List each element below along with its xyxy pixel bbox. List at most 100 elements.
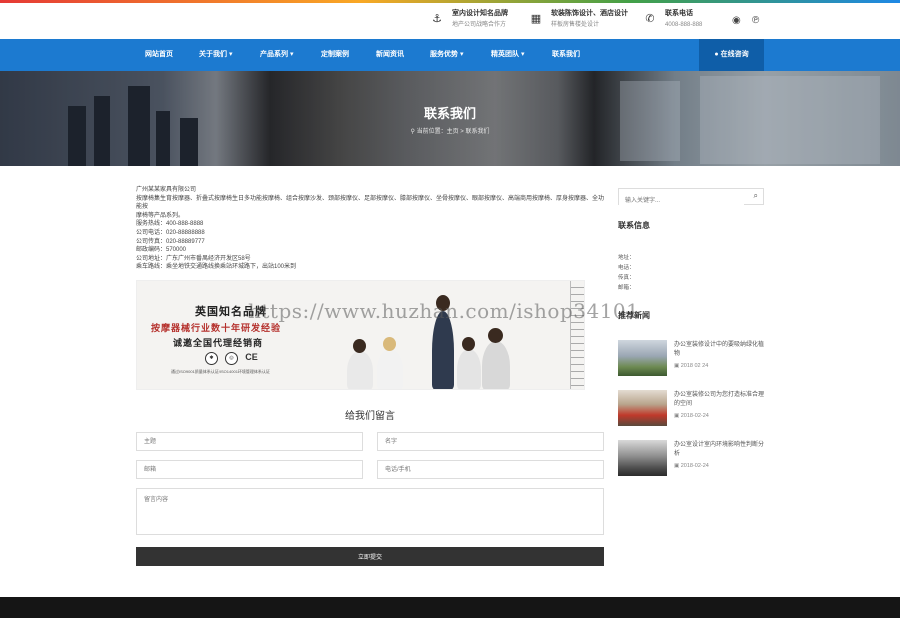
sidebar-phone: 电话： [618, 265, 635, 271]
location-pin-icon: ⚲ [410, 129, 415, 135]
nav-item-services[interactable]: 服务优势 ▾ [430, 39, 463, 71]
topbar-phone-title: 联系电话 [665, 10, 693, 17]
audience-figure [377, 349, 403, 389]
contact-info-heading: 联系信息 [618, 221, 650, 230]
calendar-icon: ▣ [674, 363, 680, 369]
page-banner: 联系我们 ⚲ 当前位置：主页 > 联系我们 [0, 71, 900, 166]
topbar-service-sub: 样板房售楼处设计 [551, 22, 600, 28]
name-input[interactable] [377, 432, 604, 451]
online-consult-button[interactable]: ● 在线咨询 [699, 39, 764, 71]
nav-item-products[interactable]: 产品系列 ▾ [260, 39, 293, 71]
news-item[interactable]: 办公室设计室内环境影响性判断分析 ▣ 2018-02-24 [618, 440, 764, 476]
audience-figure [457, 349, 481, 389]
audience-figure [347, 351, 373, 389]
news-item[interactable]: 办公室装修公司为您打造标准合理的空间 ▣ 2018-02-24 [618, 390, 764, 426]
company-description: 按摩椅集生育按摩器、折叠式按摩椅生日多功能按摩椅、组合按摩沙发、颈部按摩仪、足部… [136, 195, 605, 211]
company-fax: 公司传真：020-88889777 [136, 238, 205, 245]
breadcrumb-current: 联系我们 [465, 129, 490, 135]
news-thumbnail[interactable] [618, 390, 667, 426]
nav-item-team[interactable]: 精英团队 ▾ [491, 39, 524, 71]
service-hotline: 服务热线：400-888-8888 [136, 221, 204, 228]
ce-mark: CE [245, 352, 258, 362]
submit-button[interactable]: 立即提交 [136, 547, 604, 566]
online-consult-label: 在线咨询 [720, 51, 749, 58]
page-footer [0, 597, 900, 618]
news-thumbnail[interactable] [618, 440, 667, 476]
breadcrumb: ⚲ 当前位置：主页 > 联系我们 [0, 126, 900, 135]
nav-item-cases[interactable]: 定制案例 [321, 39, 349, 71]
audience-head [462, 337, 475, 351]
weibo-icon[interactable]: ◉ [732, 15, 741, 26]
topbar-brand-title: 室内设计知名品牌 [452, 10, 508, 17]
company-description-end: 摩椅等产品系列。 [136, 212, 185, 219]
message-textarea[interactable] [136, 488, 604, 535]
news-item[interactable]: 办公室装修设计中的要吸纳绿化植物 ▣ 2018 02 24 [618, 340, 764, 376]
news-date-text: 2018 02 24 [680, 363, 709, 369]
news-date-text: 2018-02-24 [680, 463, 709, 469]
caret-down-icon: ▾ [289, 51, 294, 58]
page-title: 联系我们 [423, 106, 476, 121]
anchor-icon: ⚓ [432, 13, 442, 25]
sidebar-email: 邮箱： [618, 285, 635, 291]
topbar-service-title: 软装陈饰设计、酒店设计 [551, 10, 628, 17]
caret-down-icon: ▾ [520, 51, 525, 58]
nav-item-products-label: 产品系列 [260, 51, 288, 58]
email-input[interactable] [136, 460, 363, 479]
nav-item-home[interactable]: 网站首页 [145, 39, 173, 71]
news-date: ▣ 2018-02-24 [674, 463, 709, 469]
measuring-scale-graphic [570, 281, 584, 389]
audience-head [488, 328, 503, 343]
ad-cert-text: 通过ISO9001质量体系认证/ISO14001环境管理体系认证 [171, 369, 270, 374]
recommended-news-heading: 推荐新闻 [618, 311, 650, 320]
watermark-text: https://www.huzhan.com/ishop34101 [248, 299, 640, 323]
news-date: ▣ 2018 02 24 [674, 363, 708, 369]
nav-item-about[interactable]: 关于我们 ▾ [199, 39, 232, 71]
breadcrumb-separator: > [460, 129, 464, 135]
company-address: 公司地址：广东广州市番禺经济开发区58号 [136, 255, 251, 262]
quality-emblem-icon: ◎ [225, 352, 238, 365]
company-phone: 公司电话：020-88888888 [136, 229, 205, 236]
caret-down-icon: ▾ [459, 51, 464, 58]
audience-figure [482, 341, 510, 389]
phone-input[interactable] [377, 460, 604, 479]
pinterest-icon[interactable]: ℗ [752, 15, 759, 26]
postal-code: 邮政编码：570000 [136, 247, 187, 254]
calendar-icon: ▣ [674, 413, 680, 419]
nav-item-about-label: 关于我们 [199, 51, 227, 58]
breadcrumb-prefix: 当前位置： [416, 129, 447, 135]
topbar-phone-number: 4008-888-888 [665, 22, 703, 28]
sidebar-search: ⌕ [618, 188, 764, 209]
contact-info-block: 广州某某家具有限公司 按摩椅集生育按摩器、折叠式按摩椅生日多功能按摩椅、组合按摩… [136, 186, 604, 272]
topbar-service-item: ▦ 软装陈饰设计、酒店设计 样板房售楼处设计 [529, 8, 628, 31]
topbar-phone-item: ✆ 联系电话 4008-888-888 [643, 8, 702, 31]
search-icon[interactable]: ⌕ [754, 191, 758, 201]
news-title[interactable]: 办公室装修设计中的要吸纳绿化植物 [674, 341, 764, 359]
company-name: 广州某某家具有限公司 [136, 187, 197, 193]
sidebar-fax: 传真： [618, 275, 635, 281]
advert-banner-image: 英国知名品牌 按摩器械行业数十年研发经验 诚邀全国代理经销商 ✱ ◎ CE 通过… [136, 280, 585, 390]
calendar-icon: ▣ [674, 463, 680, 469]
sidebar-address: 地址： [618, 255, 635, 261]
certification-emblem-icon: ✱ [205, 352, 218, 365]
news-thumbnail[interactable] [618, 340, 667, 376]
search-input[interactable] [619, 193, 744, 209]
caret-down-icon: ▾ [228, 51, 233, 58]
audience-head [353, 339, 366, 353]
nav-item-contact[interactable]: 联系我们 [552, 39, 580, 71]
message-form-title: 给我们留言 [345, 411, 395, 422]
topbar-brand-item: ⚓ 室内设计知名品牌 地产公司战略合作方 [430, 8, 508, 31]
chat-icon: ● [714, 51, 719, 58]
transit-route: 乘车路线：乘坐地铁交通路线换乘站环城路下，出站100米到 [136, 264, 297, 271]
audience-head [383, 337, 396, 351]
subject-input[interactable] [136, 432, 363, 451]
main-nav: 网站首页 关于我们 ▾ 产品系列 ▾ 定制案例 新闻资讯 服务优势 ▾ 精英团队… [0, 39, 900, 71]
building-icon: ▦ [530, 13, 542, 25]
news-date: ▣ 2018-02-24 [674, 413, 709, 419]
nav-item-news[interactable]: 新闻资讯 [376, 39, 404, 71]
nav-item-team-label: 精英团队 [491, 51, 519, 58]
news-date-text: 2018-02-24 [680, 413, 709, 419]
nav-item-services-label: 服务优势 [430, 51, 458, 58]
news-title[interactable]: 办公室设计室内环境影响性判断分析 [674, 441, 764, 459]
news-title[interactable]: 办公室装修公司为您打造标准合理的空间 [674, 391, 764, 409]
breadcrumb-home-link[interactable]: 主页 [447, 129, 459, 135]
